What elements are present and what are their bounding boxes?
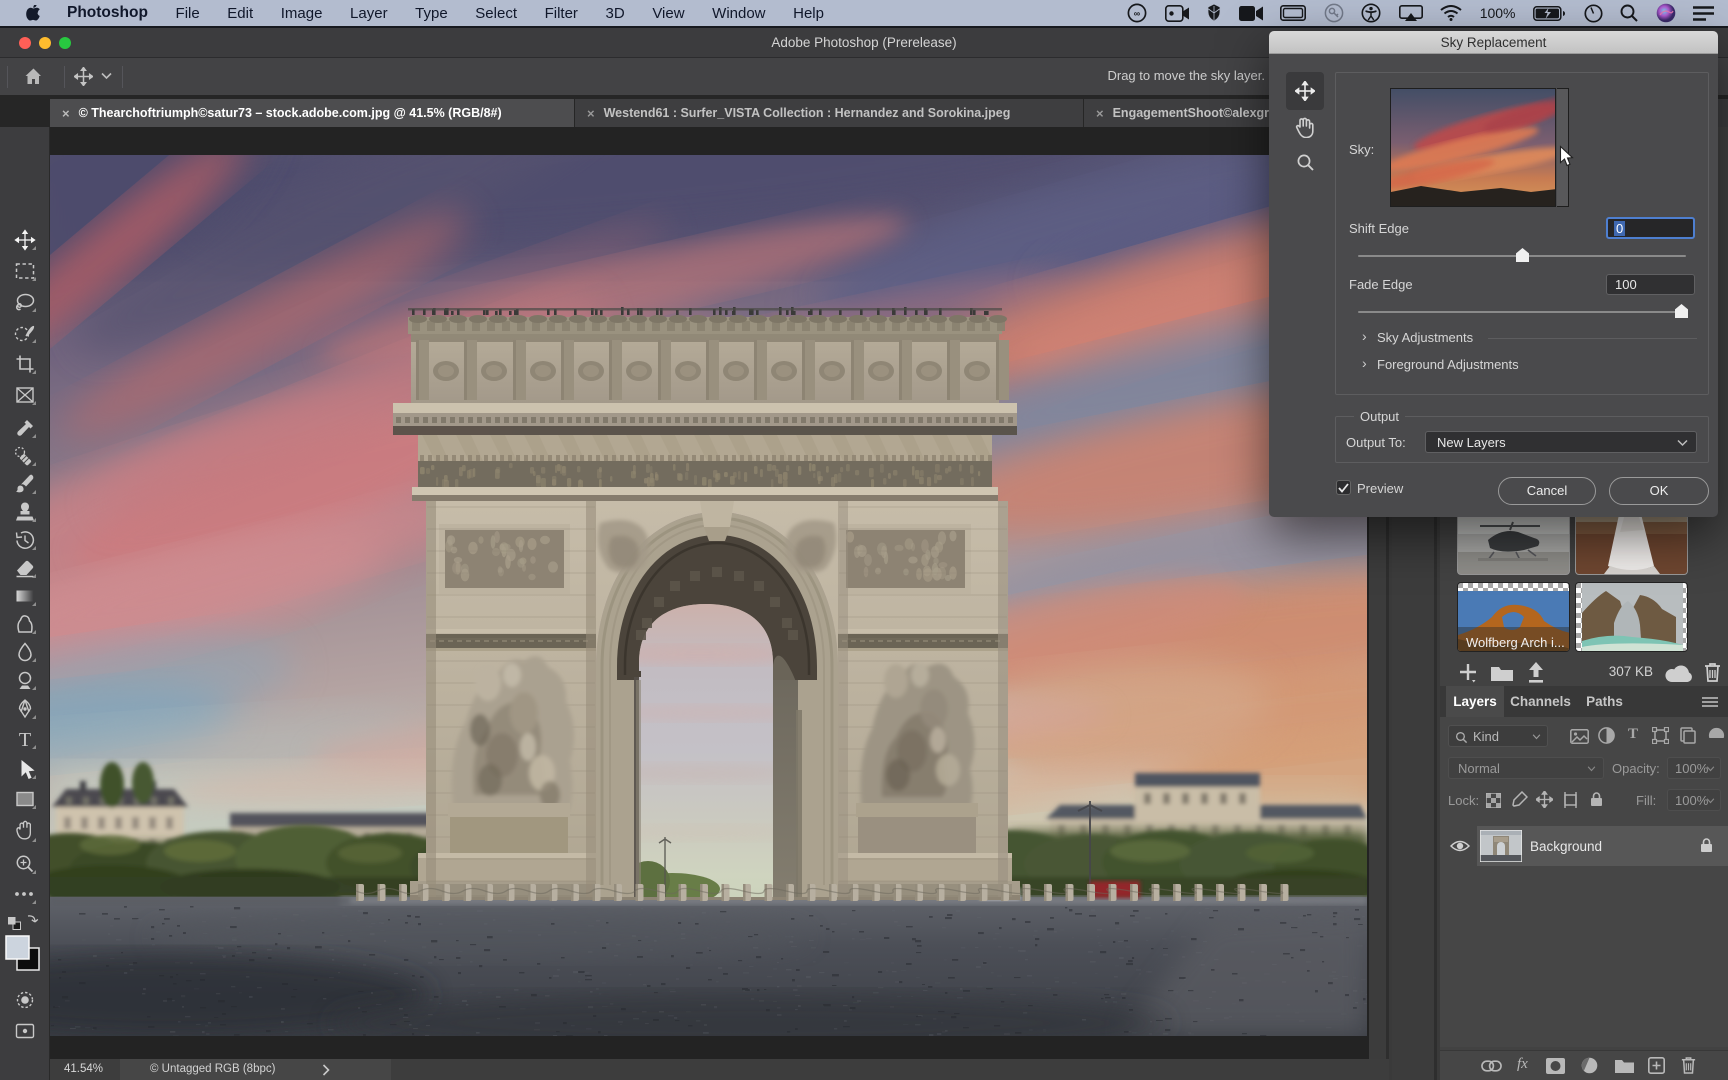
- svg-text:T: T: [19, 729, 31, 751]
- svg-text:∞: ∞: [1134, 8, 1141, 18]
- svg-text:Wolfberg Arch i...: Wolfberg Arch i...: [1466, 635, 1565, 650]
